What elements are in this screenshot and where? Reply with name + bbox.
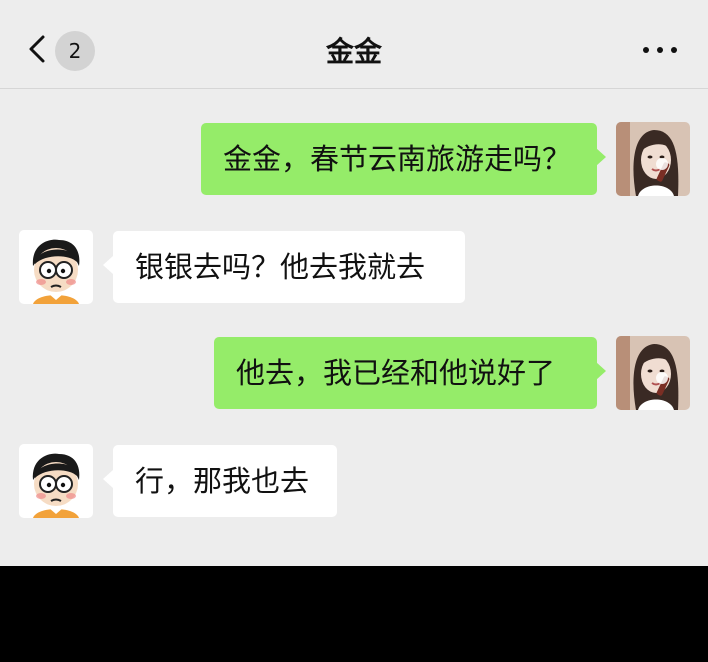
contact-avatar[interactable] bbox=[19, 444, 93, 518]
bubble-tail bbox=[596, 362, 606, 380]
message-bubble-outgoing[interactable]: 金金，春节云南旅游走吗？ bbox=[201, 123, 597, 195]
chat-header: 2 金金 bbox=[0, 0, 708, 89]
my-avatar[interactable] bbox=[616, 336, 690, 410]
message-bubble-incoming[interactable]: 行，那我也去 bbox=[113, 445, 337, 517]
bubble-tail bbox=[596, 148, 606, 166]
message-row: 行，那我也去 bbox=[0, 444, 708, 518]
bubble-tail bbox=[103, 470, 113, 488]
my-avatar[interactable] bbox=[616, 122, 690, 196]
contact-avatar[interactable] bbox=[19, 230, 93, 304]
bottom-black-bar bbox=[0, 566, 708, 662]
chat-title: 金金 bbox=[325, 35, 382, 68]
message-bubble-incoming[interactable]: 银银去吗？他去我就去 bbox=[113, 231, 465, 303]
more-horizontal-icon[interactable] bbox=[640, 40, 680, 60]
chat-screen: 2 金金 金金，春节云南旅游走吗？ 银银去吗？他去我就去 他去，我已经和他说好了… bbox=[0, 0, 708, 566]
bubble-tail bbox=[103, 256, 113, 274]
message-row: 他去，我已经和他说好了 bbox=[0, 336, 708, 410]
message-bubble-outgoing[interactable]: 他去，我已经和他说好了 bbox=[214, 337, 597, 409]
message-row: 银银去吗？他去我就去 bbox=[0, 230, 708, 304]
message-row: 金金，春节云南旅游走吗？ bbox=[0, 122, 708, 196]
